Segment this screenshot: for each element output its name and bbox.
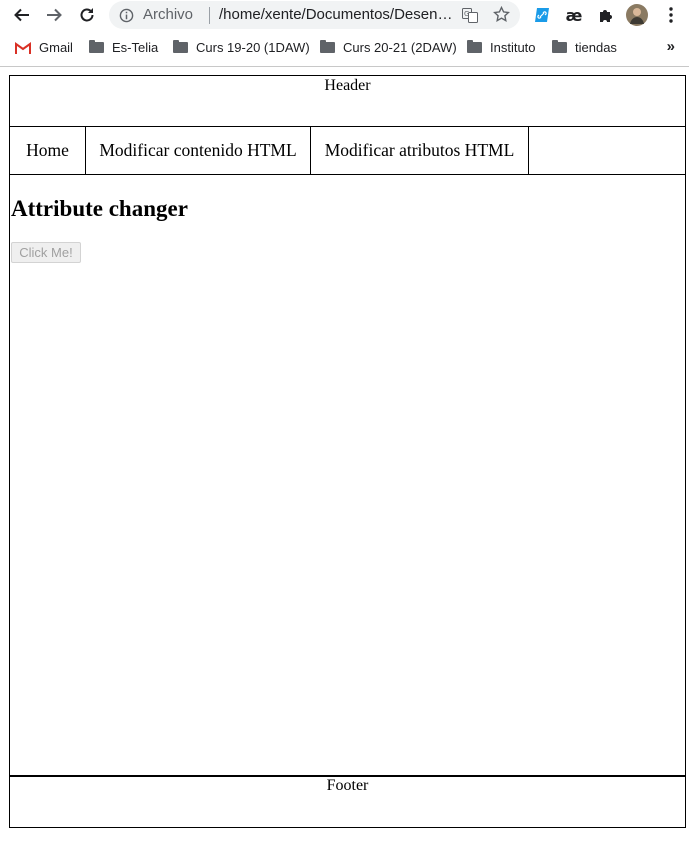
page-header: Header	[9, 75, 686, 127]
bookmark-curs-19-20[interactable]: Curs 19-20 (1DAW)	[173, 40, 310, 55]
info-icon[interactable]	[119, 8, 134, 27]
bookmark-tiendas[interactable]: tiendas	[552, 40, 617, 55]
ae-extension-icon[interactable]: æ	[563, 4, 585, 26]
url-text[interactable]: /home/xente/Documentos/Desenvolvemento/w…	[210, 6, 459, 23]
link-extension-icon[interactable]	[531, 4, 553, 26]
back-button[interactable]	[11, 4, 33, 26]
arrow-left-icon	[14, 8, 29, 22]
bookmarks-bar: Gmail Es-Telia Curs 19-20 (1DAW) Curs 20…	[0, 32, 689, 67]
forward-button[interactable]	[43, 4, 65, 26]
avatar[interactable]	[626, 4, 648, 26]
arrow-right-icon	[47, 8, 62, 22]
bookmark-curs-20-21[interactable]: Curs 20-21 (2DAW)	[320, 40, 457, 55]
bookmark-instituto[interactable]: Instituto	[467, 40, 536, 55]
bookmark-label: tiendas	[575, 40, 617, 55]
bookmark-label: Es-Telia	[112, 40, 159, 55]
click-me-button[interactable]: Click Me!	[11, 242, 81, 263]
nav-item-modificar-atributos[interactable]: Modificar atributos HTML	[311, 126, 529, 174]
bookmark-gmail[interactable]: Gmail	[15, 40, 73, 55]
bookmark-es-telia[interactable]: Es-Telia	[89, 40, 158, 55]
folder-icon	[552, 40, 567, 53]
nav-item-home[interactable]: Home	[10, 126, 86, 174]
browser-toolbar: Archivo /home/xente/Documentos/Desenvolv…	[0, 0, 689, 31]
bookmark-label: Curs 19-20 (1DAW)	[196, 40, 310, 55]
bookmark-label: Curs 20-21 (2DAW)	[343, 40, 457, 55]
reload-button[interactable]	[76, 4, 98, 26]
bookmark-label: Gmail	[39, 40, 73, 55]
star-icon[interactable]	[493, 5, 510, 27]
folder-icon	[467, 40, 482, 53]
header-text: Header	[324, 77, 371, 94]
translate-icon[interactable]: G	[462, 8, 478, 27]
kebab-menu-icon[interactable]	[660, 4, 682, 26]
main-content: Attribute changer Click Me!	[9, 175, 686, 776]
gmail-icon	[15, 41, 31, 54]
security-chip[interactable]: Archivo	[143, 6, 193, 23]
folder-icon	[89, 40, 104, 53]
svg-text:G: G	[464, 10, 469, 18]
page-footer: Footer	[9, 776, 686, 828]
address-bar[interactable]: Archivo /home/xente/Documentos/Desenvolv…	[109, 1, 520, 29]
nav-bar: Home Modificar contenido HTML Modificar …	[9, 126, 686, 175]
footer-text: Footer	[326, 777, 369, 794]
page-title: Attribute changer	[11, 196, 188, 221]
bookmark-label: Instituto	[490, 40, 536, 55]
puzzle-icon[interactable]	[595, 4, 617, 26]
bookmarks-overflow-button[interactable]: »	[667, 38, 675, 55]
nav-item-modificar-contenido[interactable]: Modificar contenido HTML	[86, 126, 311, 174]
folder-icon	[173, 40, 188, 53]
folder-icon	[320, 40, 335, 53]
reload-icon	[80, 8, 94, 22]
